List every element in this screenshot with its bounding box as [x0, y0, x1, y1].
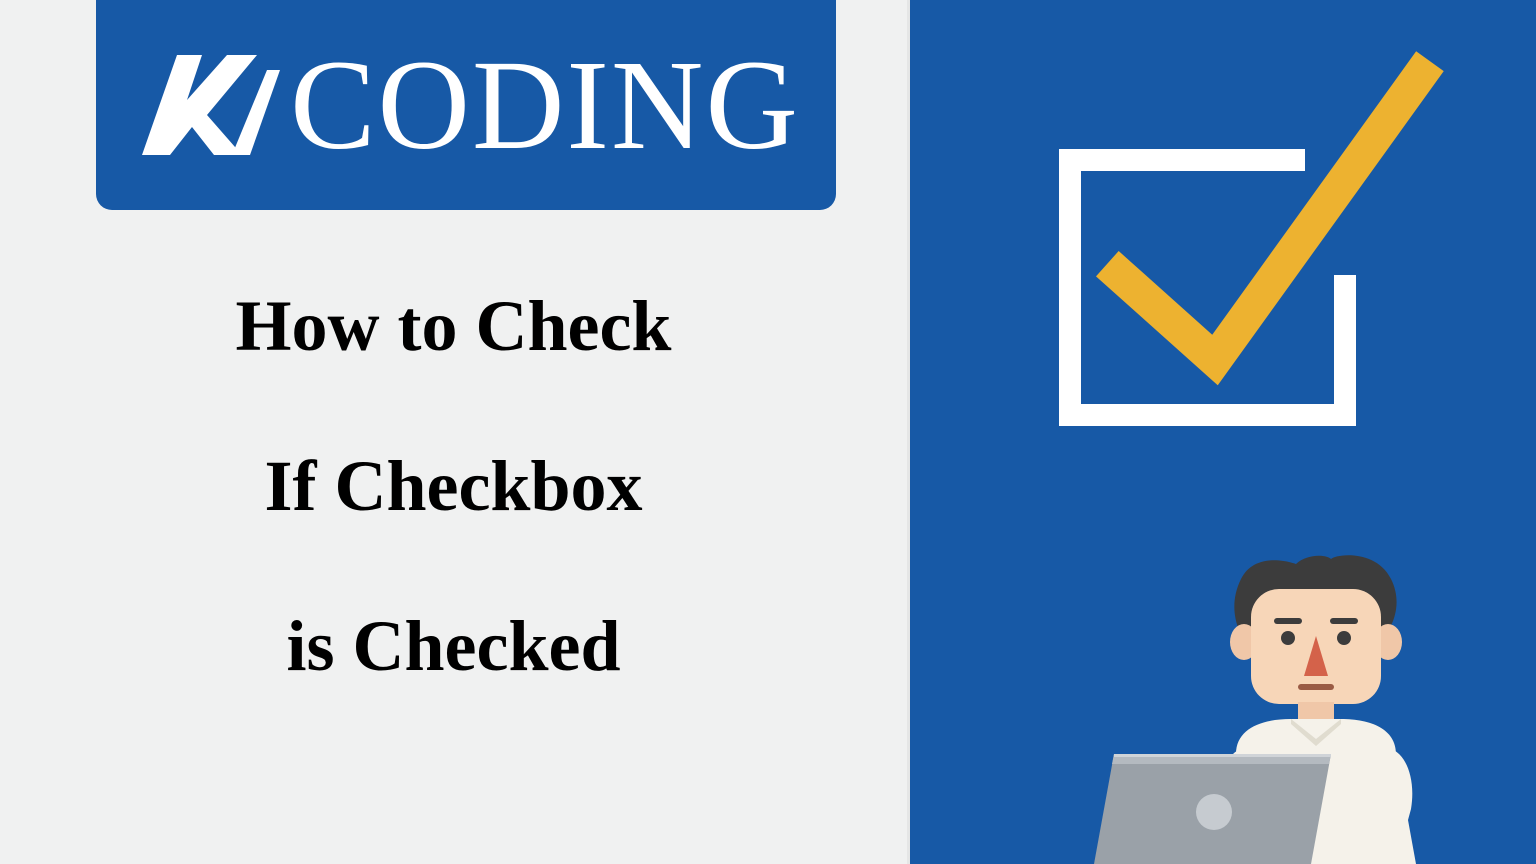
logo-box: CODING [96, 0, 836, 210]
person-laptop-illustration [1086, 524, 1506, 864]
logo-text: CODING [290, 41, 800, 169]
logo-mark-icon [132, 45, 282, 165]
right-panel [910, 0, 1536, 864]
checkbox-check-icon [1025, 50, 1445, 430]
title-line-3: is Checked [0, 610, 907, 682]
left-panel: CODING How to Check If Checkbox is Check… [0, 0, 910, 864]
title-line-1: How to Check [0, 290, 907, 362]
title-block: How to Check If Checkbox is Checked [0, 290, 907, 770]
title-line-2: If Checkbox [0, 450, 907, 522]
